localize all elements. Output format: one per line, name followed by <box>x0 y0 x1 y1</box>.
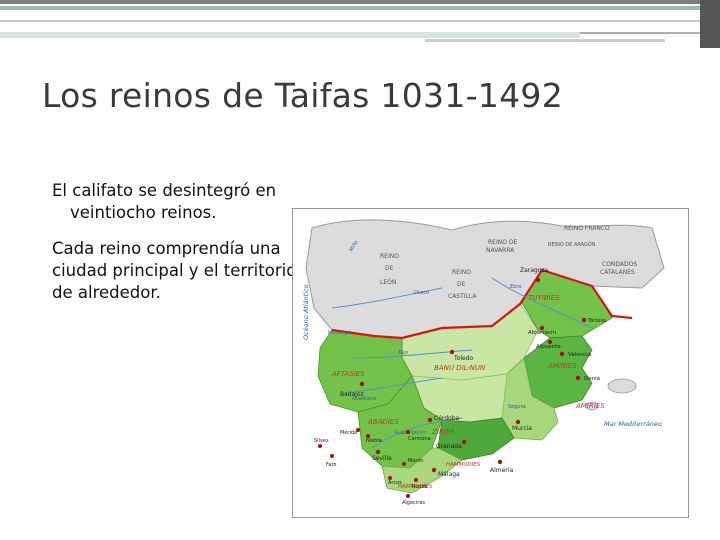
dot-algeciras <box>406 494 410 498</box>
label-ziries: ZIRÍES <box>431 427 455 436</box>
label-condados-1: CONDADOS <box>602 261 637 268</box>
label-reino-aragon: REINO DE ARAGÓN <box>548 241 596 248</box>
label-reino-leon-1: REINO <box>380 253 399 260</box>
label-granada: Granada <box>436 443 462 450</box>
label-silves: Silves <box>314 438 329 444</box>
label-reino-franco: REINO FRANCO <box>564 225 610 232</box>
label-albarracin: Albarracín <box>528 329 557 336</box>
label-faro: Faro <box>326 462 337 468</box>
slide-body: El califato se desintegró en veintiocho … <box>52 180 302 318</box>
paragraph-califato-line1: El califato se desintegró en <box>52 181 277 200</box>
label-zaragoza: Zaragoza <box>520 267 549 274</box>
dot-denia <box>575 375 581 381</box>
label-algeciras: Algeciras <box>402 500 425 506</box>
label-carmona: Carmona <box>408 436 431 442</box>
label-river-duero: Duero <box>414 290 429 296</box>
label-malaga: Málaga <box>438 471 460 478</box>
dot-faro <box>330 454 334 458</box>
header-decoration <box>0 0 720 48</box>
dot-moron <box>402 462 406 466</box>
label-river-ebro: Ebro <box>510 284 521 290</box>
label-reino-leon-2: DE <box>385 265 394 272</box>
label-condados-2: CATALANES <box>600 269 635 276</box>
label-river-tajo: Tajo <box>398 350 408 356</box>
mallorca-island <box>607 378 637 394</box>
dot-sevilla <box>375 449 381 455</box>
dot-zaragoza <box>535 277 541 283</box>
label-abadies: ABADÍES <box>367 417 399 426</box>
slide-title: Los reinos de Taifas 1031-1492 <box>42 76 563 115</box>
paragraph-califato-line2: veintiocho reinos. <box>70 203 217 222</box>
label-murcia: Murcia <box>512 425 532 432</box>
dot-murcia <box>515 419 521 425</box>
dot-granada <box>461 439 467 445</box>
label-moron: Morón <box>408 457 424 464</box>
label-tuyibies: TUYIBÍES <box>528 293 560 302</box>
label-arcos: Arcos <box>388 480 402 486</box>
dot-toledo <box>449 349 455 355</box>
label-badajoz: Badajoz <box>340 391 364 398</box>
label-almeria: Almería <box>490 467 513 474</box>
label-amiries-2: AMIRÍES <box>575 401 605 410</box>
paragraph-califato: El califato se desintegró en veintiocho … <box>52 180 302 224</box>
label-reino-castilla-2: DE <box>457 281 466 288</box>
label-river-mondego: Mondego <box>328 330 351 336</box>
label-sevilla: Sevilla <box>372 455 392 462</box>
label-merida: Mérida <box>340 429 357 436</box>
label-reino-leon-3: LEÓN <box>380 279 396 286</box>
label-denia: Denia <box>584 376 600 382</box>
label-niebla: Niebla <box>366 438 382 444</box>
dot-almeria <box>497 459 503 465</box>
label-reino-navarra-2: NAVARRA <box>486 247 515 254</box>
label-valencia: Valencia <box>568 352 591 358</box>
label-hammudies-1: HAMMUDÍES <box>446 461 481 468</box>
label-reino-castilla-3: CASTILLA <box>448 293 477 300</box>
label-reino-navarra-1: REINO DE <box>488 239 517 246</box>
dot-ronda <box>414 478 418 482</box>
taifas-map: REINO FRANCO REINO DE NAVARRA REINO DE L… <box>292 208 689 518</box>
dot-badajoz <box>359 381 365 387</box>
paragraph-reino: Cada reino comprendía una ciudad princip… <box>52 239 297 302</box>
label-alpuente: Alpuente <box>536 344 561 350</box>
label-banu-dil-nun: BANU DIL-NUN <box>434 364 486 372</box>
label-aftasies: AFTASÍES <box>331 369 365 378</box>
label-toledo: Toledo <box>453 355 473 362</box>
label-mar: Mar Mediterráneo <box>604 420 662 428</box>
dot-malaga <box>431 467 437 473</box>
label-river-segura: Segura <box>508 404 526 410</box>
dot-valencia <box>559 351 565 357</box>
label-reino-castilla-1: REINO <box>452 269 471 276</box>
dot-tortosa <box>581 317 587 323</box>
dot-cordoba <box>427 417 433 423</box>
label-cordoba: Córdoba <box>434 415 460 422</box>
label-amiries-1: AMIRÍES <box>547 361 577 370</box>
dot-silves <box>318 444 322 448</box>
label-tortosa: Tortosa <box>587 318 606 324</box>
label-ronda: Ronda <box>412 484 428 490</box>
dot-carmona <box>406 430 410 434</box>
label-oceano: Océano Atlántico <box>302 284 310 340</box>
